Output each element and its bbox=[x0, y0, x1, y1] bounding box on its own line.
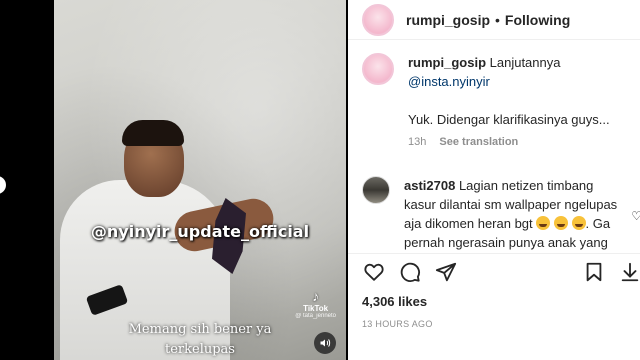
tiktok-name: TikTok bbox=[303, 304, 329, 313]
comment-button[interactable] bbox=[398, 260, 422, 284]
download-button[interactable] bbox=[618, 260, 640, 284]
tiktok-logo: ♪ TikTok @ tata_jenneto bbox=[295, 288, 336, 319]
comment-username[interactable]: asti2708 bbox=[404, 178, 455, 193]
laughing-emoji-icon bbox=[536, 216, 551, 230]
like-button[interactable] bbox=[362, 260, 386, 284]
author-avatar[interactable] bbox=[362, 3, 394, 36]
speaker-icon bbox=[320, 339, 331, 347]
send-icon bbox=[435, 262, 457, 281]
heart-icon bbox=[364, 263, 384, 281]
comment-like-heart-icon[interactable]: ♡ bbox=[631, 209, 640, 223]
comments-list[interactable]: rumpi_gosip Lanjutannya @insta.nyinyir Y… bbox=[348, 41, 640, 253]
comment-body: asti2708 Lagian netizen timbang kasur di… bbox=[404, 176, 626, 253]
commenter-avatar[interactable] bbox=[362, 176, 390, 204]
following-button[interactable]: Following bbox=[505, 12, 570, 28]
save-button[interactable] bbox=[582, 260, 606, 284]
post-panel: rumpi_gosip • Following rumpi_gosip Lanj… bbox=[348, 0, 640, 360]
volume-button[interactable] bbox=[314, 332, 336, 354]
video-subtitle-line1: Memang sih bener ya bbox=[128, 322, 272, 337]
video-player[interactable]: @nyinyir_update_official ♪ TikTok @ tata… bbox=[54, 0, 346, 360]
caption-text: Lanjutannya bbox=[489, 55, 561, 70]
download-icon bbox=[621, 262, 639, 281]
action-bar bbox=[348, 253, 640, 289]
tiktok-icon: ♪ bbox=[312, 288, 320, 304]
caption-time: 13h bbox=[408, 136, 427, 148]
post-timestamp: 13 HOURS AGO bbox=[362, 319, 433, 329]
caption-username[interactable]: rumpi_gosip bbox=[408, 55, 486, 70]
header-separator: • bbox=[495, 11, 500, 28]
video-subtitle-line2: terkelupas bbox=[165, 342, 235, 357]
laughing-emoji-icon bbox=[571, 216, 586, 230]
caption-body: rumpi_gosip Lanjutannya @insta.nyinyir Y… bbox=[408, 53, 626, 152]
like-count[interactable]: 4,306 likes bbox=[362, 294, 427, 309]
video-watermark: @nyinyir_update_official bbox=[90, 222, 310, 241]
bookmark-icon bbox=[586, 262, 602, 281]
comment-item: asti2708 Lagian netizen timbang kasur di… bbox=[362, 176, 626, 253]
post-header: rumpi_gosip • Following bbox=[348, 0, 640, 40]
comment-icon bbox=[400, 262, 420, 282]
video-person-hair bbox=[122, 120, 184, 146]
tiktok-user: @ tata_jenneto bbox=[295, 313, 336, 319]
caption-mention[interactable]: @insta.nyinyir bbox=[408, 74, 490, 89]
share-button[interactable] bbox=[434, 260, 458, 284]
laughing-emoji-icon bbox=[553, 216, 568, 230]
see-translation-button[interactable]: See translation bbox=[439, 136, 518, 148]
caption-text2: Yuk. Didengar klarifikasinya guys... bbox=[408, 112, 610, 127]
caption-avatar[interactable] bbox=[362, 53, 394, 85]
caption-meta: 13h See translation bbox=[408, 133, 626, 152]
author-username[interactable]: rumpi_gosip bbox=[406, 12, 490, 28]
caption: rumpi_gosip Lanjutannya @insta.nyinyir Y… bbox=[362, 53, 626, 152]
